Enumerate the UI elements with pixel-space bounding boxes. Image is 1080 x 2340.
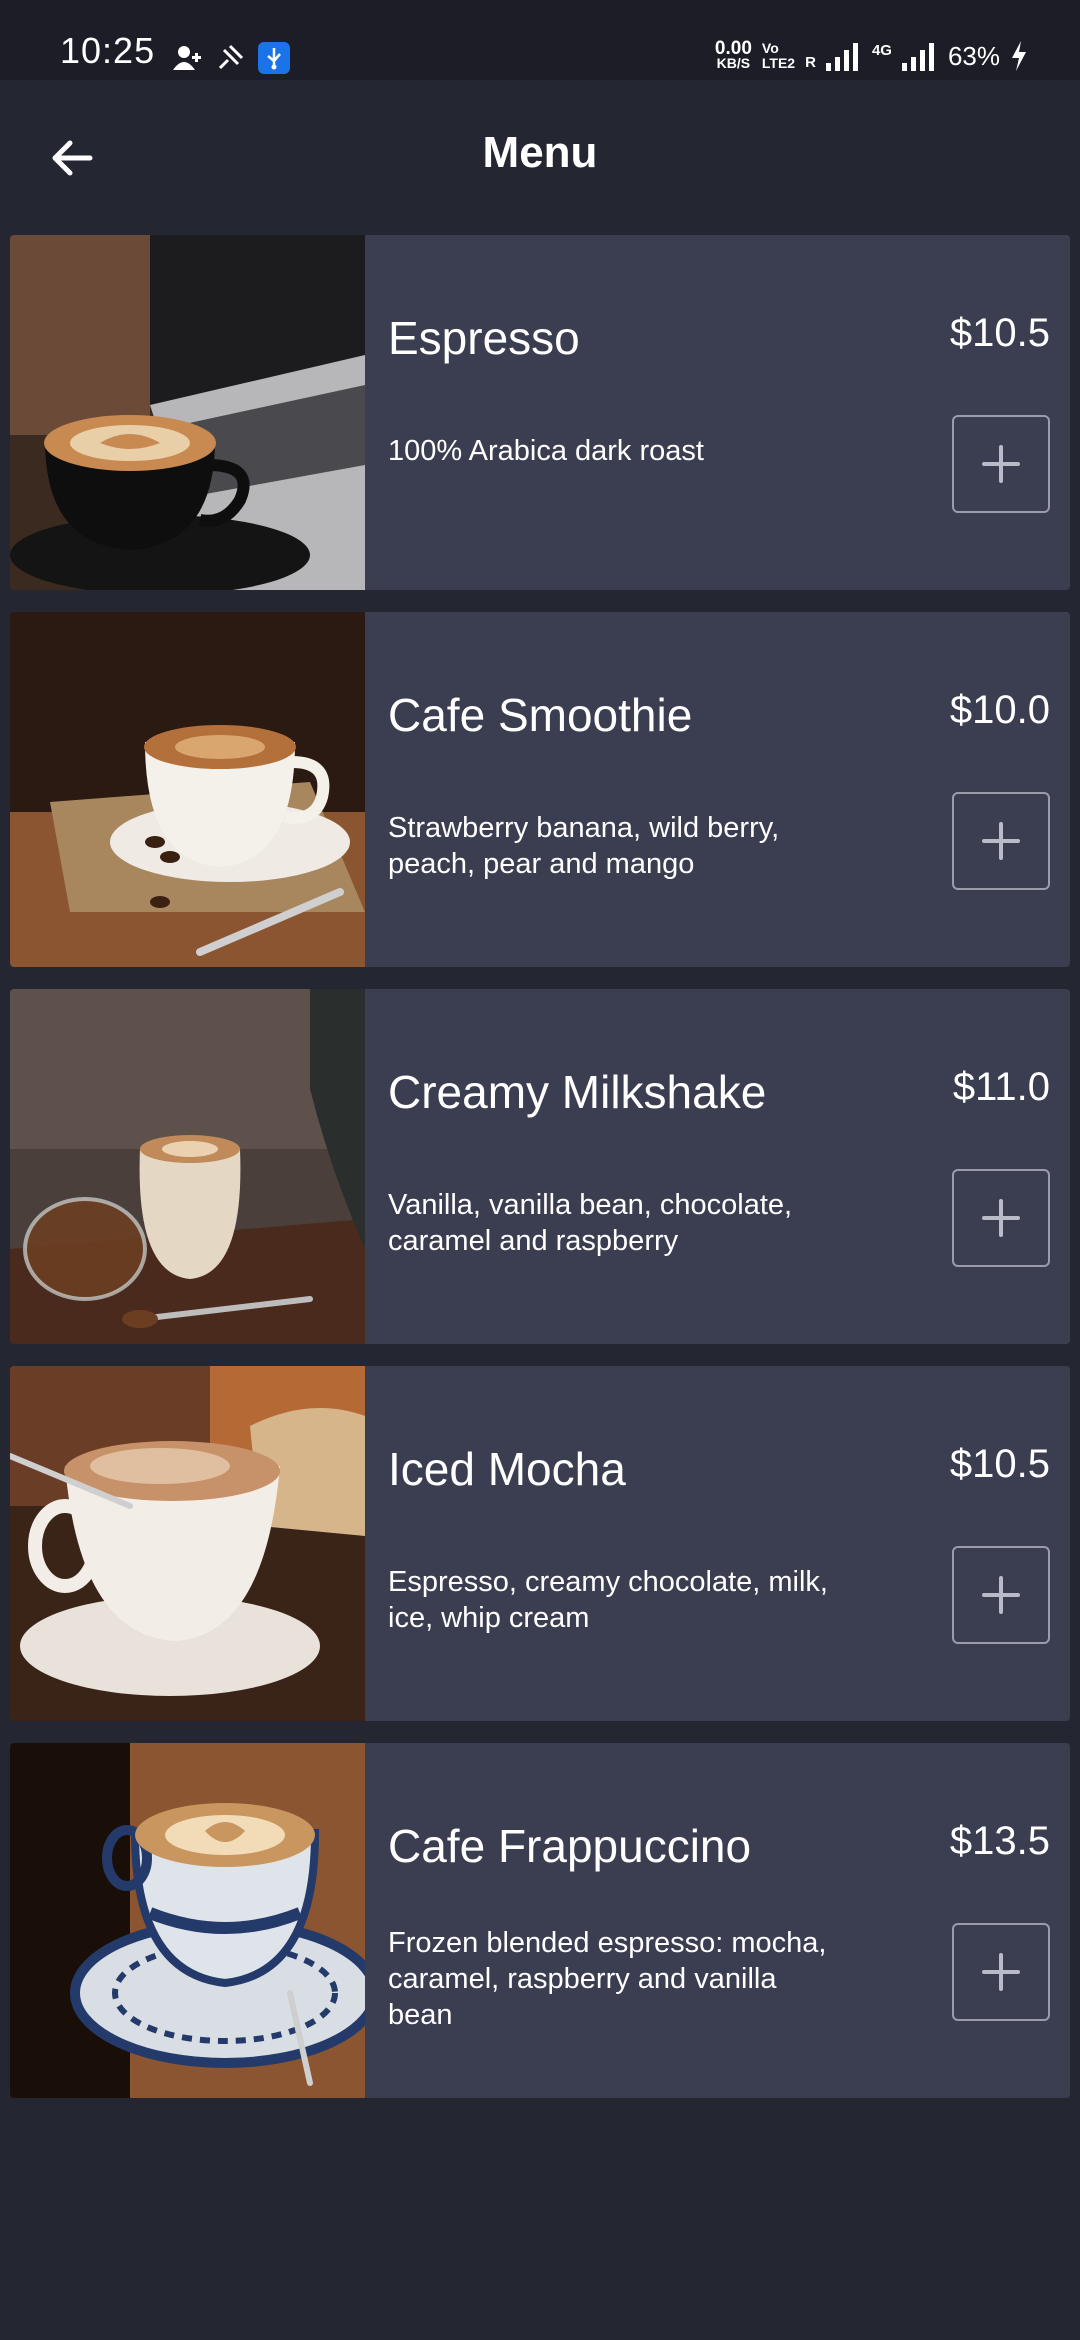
- creamy-milkshake-image: [10, 989, 365, 1344]
- menu-item-card[interactable]: Cafe Smoothie $10.0 Strawberry banana, w…: [10, 612, 1070, 967]
- volte-indicator: Vo LTE2: [761, 40, 796, 71]
- item-price: $10.5: [949, 311, 1050, 355]
- charging-icon: [1012, 41, 1026, 71]
- network-type: 4G: [871, 41, 892, 59]
- satellite-icon: [218, 44, 244, 70]
- status-bar: 10:25 0.00 KB/S Vo LTE2 R 4G 63%: [0, 0, 1080, 80]
- item-description: Vanilla, vanilla bean, chocolate, carame…: [388, 1189, 793, 1257]
- item-name: Creamy Milkshake: [388, 1066, 767, 1118]
- menu-item-card[interactable]: Creamy Milkshake $11.0 Vanilla, vanilla …: [10, 989, 1070, 1344]
- item-price: $11.0: [952, 1065, 1050, 1109]
- add-to-cart-button[interactable]: [952, 1546, 1050, 1644]
- item-price: $10.0: [949, 688, 1050, 732]
- plus-icon: [982, 1953, 1020, 1991]
- menu-item-card[interactable]: Cafe Frappuccino $13.5 Frozen blended es…: [10, 1743, 1070, 2098]
- item-price: $10.5: [949, 1442, 1050, 1486]
- net-speed: 0.00 KB/S: [714, 38, 752, 71]
- item-price: $13.5: [949, 1819, 1050, 1863]
- usb-icon: [258, 42, 290, 74]
- menu-item-card[interactable]: Espresso $10.5 100% Arabica dark roast: [10, 235, 1070, 590]
- add-to-cart-button[interactable]: [952, 792, 1050, 890]
- app-bar: Menu: [0, 80, 1080, 230]
- battery-percent: 63%: [947, 40, 1000, 71]
- item-description: Espresso, creamy chocolate, milk, ice, w…: [388, 1566, 828, 1634]
- plus-icon: [982, 1199, 1020, 1237]
- plus-icon: [982, 445, 1020, 483]
- item-description: Frozen blended espresso: mocha, caramel,…: [388, 1927, 827, 2031]
- page-title: Menu: [482, 128, 598, 177]
- menu-item-card[interactable]: Iced Mocha $10.5 Espresso, creamy chocol…: [10, 1366, 1070, 1721]
- item-description: 100% Arabica dark roast: [388, 435, 704, 467]
- cafe-frappuccino-image: [10, 1743, 365, 2098]
- item-description: Strawberry banana, wild berry, peach, pe…: [388, 812, 780, 880]
- add-to-cart-button[interactable]: [952, 1923, 1050, 2021]
- add-to-cart-button[interactable]: [952, 415, 1050, 513]
- cafe-smoothie-image: [10, 612, 365, 967]
- espresso-image: [10, 235, 365, 590]
- item-name: Cafe Smoothie: [388, 689, 693, 741]
- person-notification-icon: [173, 46, 201, 70]
- signal-icon: [825, 43, 858, 71]
- plus-icon: [982, 822, 1020, 860]
- add-to-cart-button[interactable]: [952, 1169, 1050, 1267]
- plus-icon: [982, 1576, 1020, 1614]
- menu-list: Espresso $10.5 100% Arabica dark roast C…: [10, 235, 1070, 2120]
- item-name: Iced Mocha: [388, 1443, 626, 1495]
- status-time: 10:25: [60, 30, 156, 71]
- iced-mocha-image: [10, 1366, 365, 1721]
- roaming-indicator: R: [805, 53, 816, 71]
- signal-icon-secondary: [901, 43, 934, 71]
- item-name: Cafe Frappuccino: [388, 1820, 752, 1872]
- item-name: Espresso: [388, 312, 580, 364]
